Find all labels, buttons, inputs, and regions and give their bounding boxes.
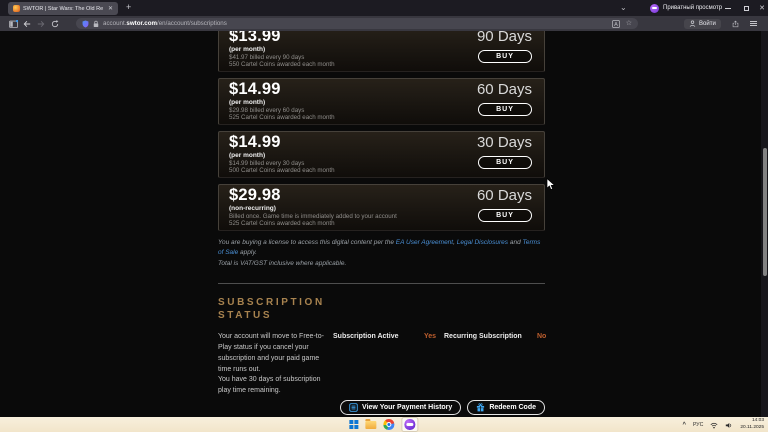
language-indicator[interactable]: РУС [693, 422, 703, 428]
wifi-icon[interactable] [710, 416, 718, 432]
recurring-subscription-label: Recurring Subscription [444, 333, 522, 340]
reload-icon[interactable] [48, 18, 62, 30]
private-browsing-label: Приватный просмотр [663, 5, 722, 11]
scrollbar-thumb[interactable] [763, 148, 767, 276]
window-close-button[interactable]: ✕ [754, 0, 768, 16]
view-payment-history-button[interactable]: View Your Payment History [340, 400, 461, 415]
subscription-active-value: Yes [424, 333, 436, 340]
page-content: $13.99 (per month) $41.97 billed every 9… [0, 31, 768, 417]
volume-icon[interactable] [725, 416, 733, 432]
plan-card-90-days: $13.99 (per month) $41.97 billed every 9… [218, 31, 545, 72]
browser-tab[interactable]: SWTOR | Star Wars: The Old Re ✕ [8, 2, 118, 15]
plan-price: $14.99 [229, 133, 281, 152]
tracking-shield-icon[interactable] [82, 15, 89, 33]
chrome-icon[interactable] [384, 419, 395, 430]
payment-history-icon [349, 403, 358, 412]
screen: SWTOR | Star Wars: The Old Re ✕ + ⌄ Прив… [0, 0, 768, 432]
vat-note: Total is VAT/GST inclusive where applica… [218, 260, 545, 267]
plan-billing-detail: $41.97 billed every 90 days [229, 54, 304, 61]
forward-icon[interactable] [34, 18, 48, 30]
plan-price: $29.98 [229, 186, 281, 205]
clock[interactable]: 14:03 20.11.2025 [740, 418, 764, 430]
back-icon[interactable] [20, 18, 34, 30]
translate-icon[interactable]: A [612, 15, 620, 33]
action-buttons-row: View Your Payment History Redeem Code [218, 400, 545, 415]
plan-duration: 30 Days [477, 134, 532, 151]
menu-icon[interactable] [750, 21, 757, 27]
plan-term: (per month) [229, 152, 265, 159]
clock-date: 20.11.2025 [740, 425, 764, 431]
legal-disclosures-link[interactable]: Legal Disclosures [457, 239, 508, 246]
firefox-private-icon [405, 419, 416, 430]
svg-text:A: A [614, 22, 618, 28]
plan-term: (per month) [229, 99, 265, 106]
signin-label: Войти [699, 21, 716, 27]
browser-tab-bar: SWTOR | Star Wars: The Old Re ✕ + ⌄ Прив… [0, 0, 768, 16]
plan-billing-detail: $29.98 billed every 60 days [229, 107, 304, 114]
plan-billing-detail: Billed once. Game time is immediately ad… [229, 213, 397, 220]
swtor-favicon-icon [13, 5, 20, 12]
plan-duration: 60 Days [477, 187, 532, 204]
account-icon [689, 20, 696, 27]
gift-icon [476, 403, 485, 412]
tab-close-icon[interactable]: ✕ [108, 6, 113, 12]
plan-coins-detail: 500 Cartel Coins awarded each month [229, 167, 335, 174]
tab-list-chevron-icon[interactable]: ⌄ [620, 3, 627, 12]
buy-button[interactable]: BUY [478, 156, 532, 169]
recurring-subscription-value: No [537, 333, 546, 340]
plan-card-60-days: $14.99 (per month) $29.98 billed every 6… [218, 78, 545, 125]
plan-coins-detail: 525 Cartel Coins awarded each month [229, 220, 335, 227]
file-explorer-icon[interactable] [366, 421, 377, 429]
plan-coins-detail: 525 Cartel Coins awarded each month [229, 114, 335, 121]
window-minimize-button[interactable] [720, 0, 736, 16]
plan-duration: 90 Days [477, 31, 532, 45]
subscription-active-label: Subscription Active [333, 333, 398, 340]
scrollbar-track[interactable] [761, 31, 768, 417]
legal-text: You are buying a license to access this … [218, 238, 545, 258]
plan-price: $14.99 [229, 80, 281, 99]
ea-user-agreement-link[interactable]: EA User Agreement [396, 239, 453, 246]
bookmark-star-icon[interactable]: ☆ [626, 20, 632, 27]
browser-toolbar: account.swtor.com/en/account/subscriptio… [0, 16, 768, 31]
new-tab-button[interactable]: + [126, 2, 131, 12]
url-bar[interactable]: account.swtor.com/en/account/subscriptio… [76, 18, 638, 29]
private-browsing-icon [650, 4, 659, 13]
plan-card-30-days: $14.99 (per month) $14.99 billed every 3… [218, 131, 545, 178]
start-button-icon[interactable] [349, 420, 358, 429]
plan-price: $13.99 [229, 31, 281, 46]
plan-coins-detail: 550 Cartel Coins awarded each month [229, 61, 335, 68]
tab-title: SWTOR | Star Wars: The Old Re [23, 6, 105, 12]
plan-card-60-days-nonrecurring: $29.98 (non-recurring) Billed once. Game… [218, 184, 545, 231]
status-paragraph-1: Your account will move to Free-to-Play s… [218, 332, 330, 375]
lock-icon[interactable] [93, 15, 99, 33]
plan-term: (per month) [229, 46, 265, 53]
buy-button[interactable]: BUY [478, 50, 532, 63]
mouse-cursor [546, 178, 557, 196]
plan-billing-detail: $14.99 billed every 30 days [229, 160, 304, 167]
share-icon[interactable] [729, 18, 743, 30]
status-paragraph-2: You have 30 days of subscription play ti… [218, 375, 330, 397]
system-tray: ^ РУС 14:03 20.11.2025 [682, 417, 764, 432]
tray-chevron-icon[interactable]: ^ [682, 422, 686, 428]
sidebar-toggle-icon[interactable] [6, 18, 20, 30]
firefox-private-taskbar-button[interactable] [401, 417, 419, 432]
windows-taskbar: ^ РУС 14:03 20.11.2025 [0, 417, 768, 432]
buy-button[interactable]: BUY [478, 103, 532, 116]
firefox-signin-button[interactable]: Войти [684, 19, 721, 29]
redeem-code-button[interactable]: Redeem Code [467, 400, 545, 415]
buy-button[interactable]: BUY [478, 209, 532, 222]
window-maximize-button[interactable] [738, 0, 754, 16]
plan-duration: 60 Days [477, 81, 532, 98]
plan-term: (non-recurring) [229, 205, 276, 212]
subscription-status-heading: SUBSCRIPTION STATUS [218, 297, 545, 322]
url-text: account.swtor.com/en/account/subscriptio… [103, 20, 227, 27]
section-divider [218, 283, 545, 284]
